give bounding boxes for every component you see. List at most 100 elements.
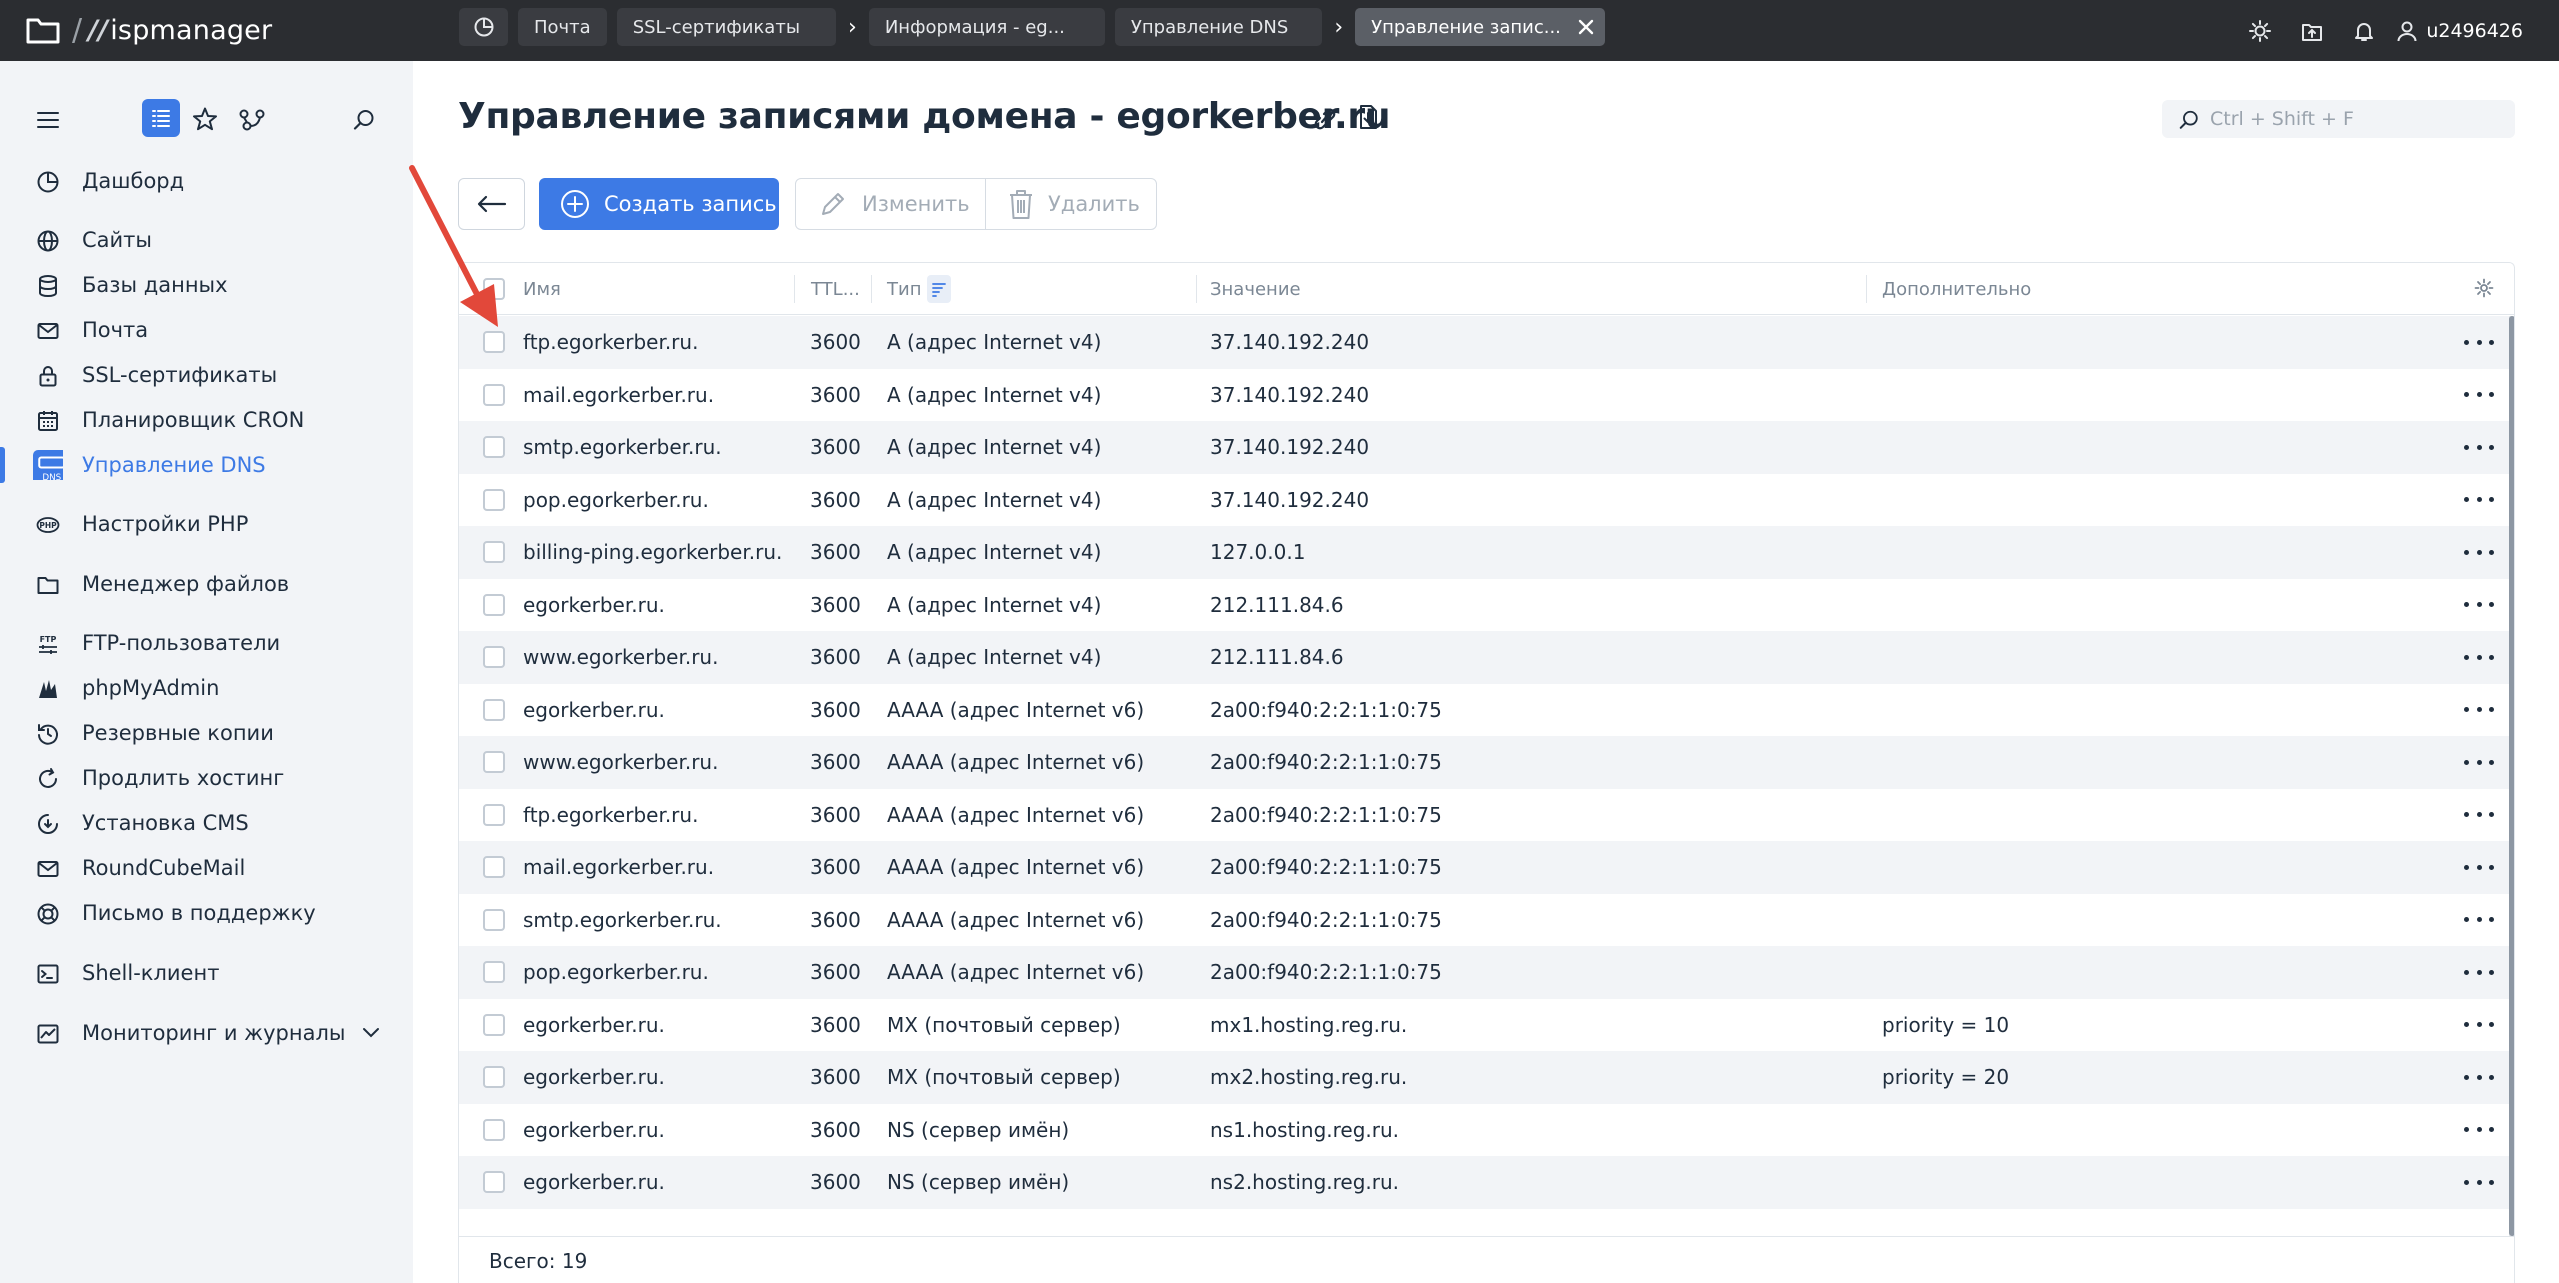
scrollbar-thumb[interactable]: [2509, 316, 2514, 1236]
row-menu-icon[interactable]: [2464, 544, 2494, 560]
sidebar-item-sites[interactable]: Сайты: [0, 220, 413, 260]
row-checkbox[interactable]: [483, 646, 505, 668]
column-name-header[interactable]: Имя: [523, 263, 561, 315]
chevron-down-icon[interactable]: [362, 1027, 380, 1039]
select-all-checkbox[interactable]: [483, 278, 505, 300]
export-icon[interactable]: [1357, 104, 1379, 134]
crumb-dns[interactable]: Управление DNS: [1114, 8, 1323, 46]
table-row[interactable]: smtp.egorkerber.ru. 3600 AAAA (адрес Inter…: [459, 894, 2511, 947]
dashboard-crumb-button[interactable]: [459, 8, 508, 46]
table-row[interactable]: egorkerber.ru. 3600 NS (сервер имён) ns2.ho…: [459, 1156, 2511, 1209]
row-checkbox[interactable]: [483, 1118, 505, 1141]
star-icon[interactable]: [192, 106, 218, 136]
row-checkbox[interactable]: [483, 1171, 505, 1193]
row-menu-icon[interactable]: [2464, 649, 2494, 665]
sidebar-item-dashboard[interactable]: Дашборд: [0, 161, 413, 201]
user-menu[interactable]: u2496426: [2396, 20, 2523, 42]
create-record-button[interactable]: Создать запись: [539, 178, 779, 230]
row-checkbox[interactable]: [483, 1066, 505, 1088]
sidebar-item-support[interactable]: Письмо в поддержку: [0, 893, 413, 933]
table-row[interactable]: egorkerber.ru. 3600 NS (сервер имён) ns1.ho…: [459, 1104, 2511, 1157]
theme-toggle-button[interactable]: [2234, 0, 2286, 61]
row-menu-icon[interactable]: [2464, 807, 2494, 823]
sidebar-item-monitoring[interactable]: Мониторинг и журналы: [0, 1013, 413, 1053]
table-row[interactable]: egorkerber.ru. 3600 MX (почтовый сервер) mx…: [459, 1051, 2511, 1104]
sidebar-item-roundcube[interactable]: RoundCubeMail: [0, 848, 413, 888]
search-field[interactable]: [2162, 100, 2515, 138]
row-checkbox[interactable]: [483, 436, 505, 458]
column-divider[interactable]: [794, 275, 795, 303]
row-checkbox[interactable]: [483, 803, 505, 826]
column-value-header[interactable]: Значение: [1210, 263, 1301, 315]
table-row[interactable]: ftp.egorkerber.ru. 3600 A (адрес Internet …: [459, 316, 2511, 369]
delete-button[interactable]: Удалить: [986, 179, 1156, 229]
row-menu-icon[interactable]: [2464, 1017, 2494, 1033]
row-checkbox[interactable]: [483, 751, 505, 773]
row-menu-icon[interactable]: [2464, 964, 2494, 980]
row-checkbox[interactable]: [483, 961, 505, 983]
row-menu-icon[interactable]: [2464, 1122, 2494, 1138]
row-menu-icon[interactable]: [2464, 1174, 2494, 1190]
crumb-records[interactable]: Управление запис...: [1355, 8, 1605, 46]
row-checkbox[interactable]: [483, 856, 505, 878]
column-ttl-header[interactable]: TTL...: [811, 263, 860, 315]
search-input[interactable]: [2210, 100, 2500, 138]
row-menu-icon[interactable]: [2464, 754, 2494, 770]
column-divider[interactable]: [1196, 275, 1197, 303]
row-menu-icon[interactable]: [2464, 912, 2494, 928]
row-checkbox[interactable]: [483, 1013, 505, 1036]
list-view-button[interactable]: [142, 99, 180, 137]
sort-icon[interactable]: [927, 275, 952, 303]
row-menu-icon[interactable]: [2464, 439, 2494, 455]
row-menu-icon[interactable]: [2464, 387, 2494, 403]
table-row[interactable]: www.egorkerber.ru. 3600 AAAA (адрес Intern…: [459, 736, 2511, 789]
row-checkbox[interactable]: [483, 331, 505, 353]
sidebar-item-php[interactable]: PHP Настройки PHP: [0, 504, 413, 544]
row-checkbox[interactable]: [483, 593, 505, 616]
table-row[interactable]: smtp.egorkerber.ru. 3600 A (адрес Internet…: [459, 421, 2511, 474]
table-row[interactable]: ftp.egorkerber.ru. 3600 AAAA (адрес Intern…: [459, 789, 2511, 842]
crumb-ssl[interactable]: SSL-сертификаты: [616, 8, 837, 46]
table-scrollbar[interactable]: [2509, 316, 2514, 1236]
row-checkbox[interactable]: [483, 541, 505, 563]
sidebar-item-phpmyadmin[interactable]: phpMyAdmin: [0, 668, 413, 708]
column-type-header[interactable]: Тип: [887, 263, 952, 315]
crumb-mail[interactable]: Почта: [518, 8, 607, 46]
notifications-button[interactable]: [2338, 0, 2390, 61]
gear-icon[interactable]: [2474, 278, 2494, 302]
table-row[interactable]: mail.egorkerber.ru. 3600 A (адрес Internet…: [459, 369, 2511, 422]
table-row[interactable]: egorkerber.ru. 3600 A (адрес Internet v4) 2…: [459, 579, 2511, 632]
sidebar-item-dns[interactable]: DNS Управление DNS: [0, 445, 413, 485]
sidebar-item-backup[interactable]: Резервные копии: [0, 713, 413, 753]
sidebar-item-renew[interactable]: Продлить хостинг: [0, 758, 413, 798]
upload-button[interactable]: [2286, 0, 2338, 61]
table-row[interactable]: egorkerber.ru. 3600 AAAA (адрес Internet v…: [459, 684, 2511, 737]
sidebar-item-mail[interactable]: Почта: [0, 310, 413, 350]
back-button[interactable]: [458, 178, 525, 230]
sidebar-item-cms[interactable]: Установка CMS: [0, 803, 413, 843]
sidebar-item-cron[interactable]: Планировщик CRON: [0, 400, 413, 440]
row-checkbox[interactable]: [483, 908, 505, 931]
table-row[interactable]: mail.egorkerber.ru. 3600 AAAA (адрес Inter…: [459, 841, 2511, 894]
table-row[interactable]: pop.egorkerber.ru. 3600 AAAA (адрес Intern…: [459, 946, 2511, 999]
row-menu-icon[interactable]: [2464, 859, 2494, 875]
table-row[interactable]: billing-ping.egorkerber.ru. 3600 A (адрес …: [459, 526, 2511, 579]
row-checkbox[interactable]: [483, 488, 505, 511]
edit-button[interactable]: Изменить: [796, 179, 986, 229]
table-row[interactable]: pop.egorkerber.ru. 3600 A (адрес Internet …: [459, 474, 2511, 527]
close-icon[interactable]: [1577, 18, 1595, 36]
column-divider[interactable]: [871, 275, 872, 303]
column-divider[interactable]: [1866, 275, 1867, 303]
search-icon[interactable]: [352, 108, 376, 136]
row-menu-icon[interactable]: [2464, 1069, 2494, 1085]
table-row[interactable]: www.egorkerber.ru. 3600 A (адрес Internet …: [459, 631, 2511, 684]
row-menu-icon[interactable]: [2464, 492, 2494, 508]
logo[interactable]: / //ispmanager: [26, 10, 272, 50]
link-icon[interactable]: [1311, 107, 1337, 135]
menu-icon[interactable]: [36, 109, 60, 135]
row-menu-icon[interactable]: [2464, 702, 2494, 718]
crumb-info[interactable]: Информация - eg...: [868, 8, 1105, 46]
column-extra-header[interactable]: Дополнительно: [1882, 263, 2031, 315]
sidebar-item-shell[interactable]: Shell-клиент: [0, 953, 413, 993]
sidebar-item-databases[interactable]: Базы данных: [0, 265, 413, 305]
